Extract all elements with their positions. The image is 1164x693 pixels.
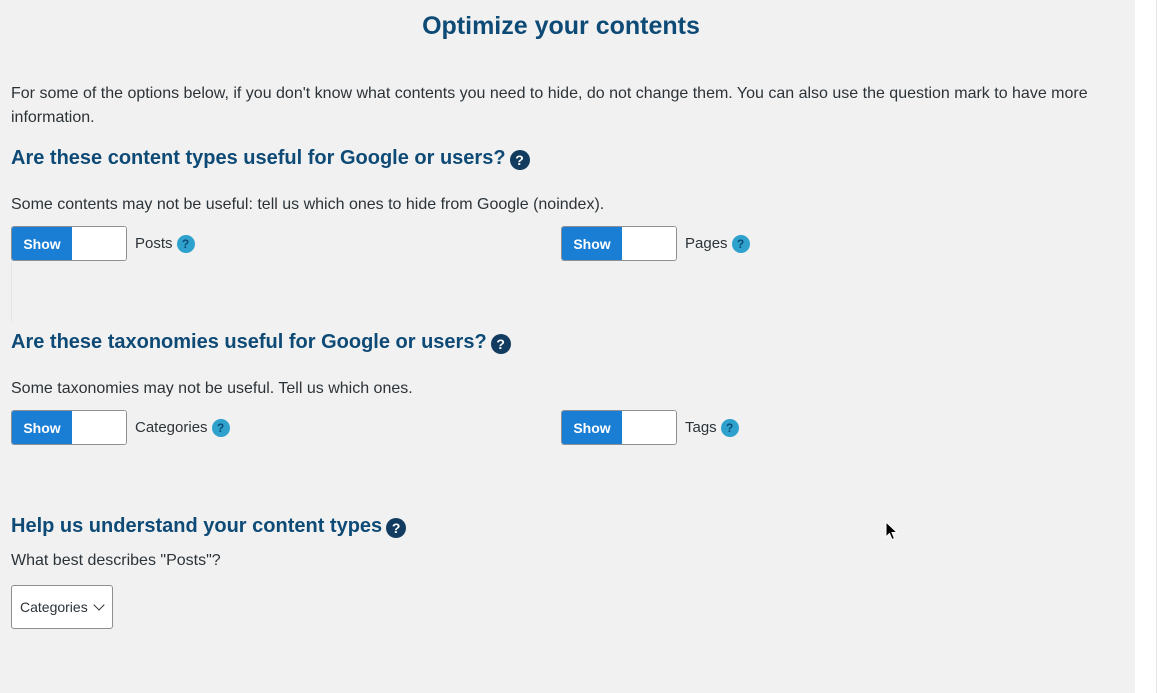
posts-type-select[interactable]: Categories	[11, 585, 113, 629]
chevron-down-icon	[93, 599, 105, 611]
pages-label: Pages	[685, 235, 728, 252]
content-types-description: Some contents may not be useful: tell us…	[11, 196, 605, 213]
tags-toggle-show[interactable]: Show	[562, 411, 622, 444]
posts-toggle-row: Show Posts ?	[11, 226, 195, 261]
taxonomies-heading: Are these taxonomies useful for Google o…	[11, 330, 511, 354]
pages-toggle-row: Show Pages ?	[561, 226, 750, 261]
main-content: Optimize your contents For some of the o…	[0, 0, 1135, 693]
understand-heading: Help us understand your content types ?	[11, 514, 407, 538]
categories-toggle[interactable]: Show	[11, 410, 127, 445]
understand-heading-text: Help us understand your content types	[11, 515, 383, 537]
taxonomies-description: Some taxonomies may not be useful. Tell …	[11, 380, 413, 397]
pages-help-icon[interactable]: ?	[731, 234, 750, 253]
posts-toggle-hide[interactable]	[72, 227, 126, 260]
mouse-pointer-icon	[885, 521, 899, 541]
posts-toggle[interactable]: Show	[11, 226, 127, 261]
pages-toggle[interactable]: Show	[561, 226, 677, 261]
categories-label: Categories	[135, 419, 208, 436]
tags-label: Tags	[685, 419, 717, 436]
content-types-heading-text: Are these content types useful for Googl…	[11, 147, 506, 169]
page: Optimize your contents For some of the o…	[0, 0, 1164, 693]
page-title: Optimize your contents	[422, 12, 700, 40]
tags-help-icon[interactable]: ?	[720, 418, 739, 437]
tags-toggle[interactable]: Show	[561, 410, 677, 445]
categories-toggle-show[interactable]: Show	[12, 411, 72, 444]
categories-toggle-row: Show Categories ?	[11, 410, 230, 445]
panel-border	[1156, 0, 1157, 693]
taxonomies-heading-text: Are these taxonomies useful for Google o…	[11, 331, 487, 353]
tags-toggle-hide[interactable]	[622, 411, 676, 444]
divider	[11, 262, 12, 322]
content-types-help-icon[interactable]: ?	[509, 150, 530, 170]
tags-toggle-row: Show Tags ?	[561, 410, 739, 445]
posts-type-select-value: Categories	[20, 599, 88, 615]
right-panel-edge	[1135, 0, 1164, 693]
pages-toggle-hide[interactable]	[622, 227, 676, 260]
categories-toggle-hide[interactable]	[72, 411, 126, 444]
posts-question: What best describes "Posts"?	[11, 552, 221, 569]
understand-help-icon[interactable]: ?	[386, 518, 407, 538]
intro-text: For some of the options below, if you do…	[11, 85, 1088, 126]
posts-toggle-show[interactable]: Show	[12, 227, 72, 260]
taxonomies-help-icon[interactable]: ?	[490, 334, 511, 354]
posts-label: Posts	[135, 235, 173, 252]
content-types-heading: Are these content types useful for Googl…	[11, 146, 530, 170]
pages-toggle-show[interactable]: Show	[562, 227, 622, 260]
posts-help-icon[interactable]: ?	[176, 234, 195, 253]
categories-help-icon[interactable]: ?	[211, 418, 230, 437]
